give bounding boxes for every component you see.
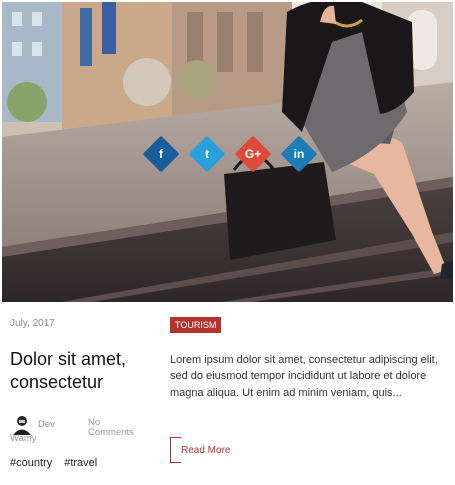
facebook-icon: f: [159, 147, 163, 161]
category-badge[interactable]: TOURISM: [170, 317, 222, 333]
share-google-plus-button[interactable]: G+: [234, 135, 272, 173]
share-buttons: f t G+ in: [142, 135, 322, 173]
tag-travel[interactable]: #travel: [64, 457, 97, 469]
tag-country[interactable]: #country: [10, 457, 52, 469]
share-facebook-button[interactable]: f: [142, 135, 180, 173]
read-more-label: Read More: [181, 445, 231, 456]
share-linkedin-button[interactable]: in: [280, 135, 318, 173]
post-excerpt: Lorem ipsum dolor sit amet, consectetur …: [170, 354, 438, 399]
post-date: July, 2017: [10, 318, 55, 329]
featured-image: f t G+ in: [2, 2, 453, 302]
linkedin-icon: in: [293, 147, 305, 161]
share-twitter-button[interactable]: t: [188, 135, 226, 173]
google-plus-icon: G+: [244, 147, 262, 161]
author-name[interactable]: Dev Wamy: [10, 418, 66, 446]
post-tags: #country #travel: [10, 457, 97, 469]
read-more-button[interactable]: Read More: [170, 437, 243, 464]
twitter-icon: t: [205, 147, 209, 161]
comments-link[interactable]: No Comments: [88, 418, 148, 438]
post-title[interactable]: Dolor sit amet, consectetur: [10, 348, 160, 394]
